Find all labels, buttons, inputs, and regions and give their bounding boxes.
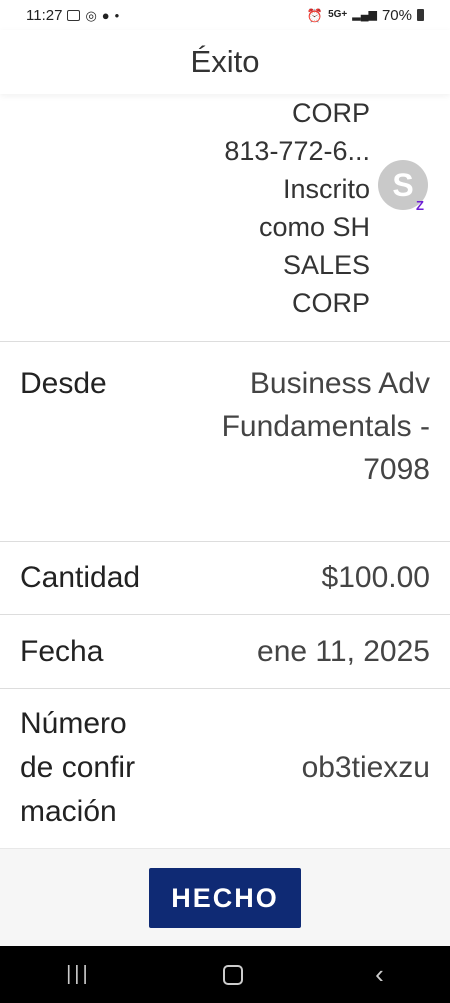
- amount-row: Cantidad $100.00: [0, 542, 450, 615]
- confirmation-label-line: de confir: [20, 751, 136, 784]
- recipient-line: CORP: [291, 288, 370, 318]
- status-right: ⏰ 5G+ ▂▄▆ 70%: [307, 7, 424, 24]
- recipient-line: SALES: [282, 250, 370, 280]
- page-title: Éxito: [0, 30, 450, 94]
- date-row: Fecha ene 11, 2025: [0, 615, 450, 689]
- recipient-line: 813-772-6...: [224, 136, 370, 166]
- chat-icon: ●: [101, 7, 110, 23]
- zelle-badge-icon: Z: [416, 198, 424, 213]
- from-value-line: 7098: [363, 453, 430, 486]
- recipient-line: Inscrito: [282, 174, 370, 204]
- status-time: 11:27: [26, 6, 63, 24]
- whatsapp-icon: ◎: [85, 7, 97, 23]
- recents-icon[interactable]: |||: [66, 963, 91, 986]
- amount-label: Cantidad: [20, 561, 141, 594]
- signal-icon: ▂▄▆: [352, 8, 377, 21]
- done-button[interactable]: HECHO: [149, 868, 301, 928]
- confirmation-row: Número de confir mación ob3tiexzu: [0, 689, 450, 847]
- notification-dot-icon: •: [114, 7, 120, 23]
- from-row: Desde Business Adv Fundamentals - 7098: [0, 342, 450, 542]
- from-value: Business Adv Fundamentals - 7098: [190, 362, 430, 491]
- amount-value: $100.00: [321, 561, 430, 594]
- back-icon[interactable]: ‹: [375, 959, 384, 990]
- gallery-icon: [67, 9, 81, 21]
- from-value-line: Business Adv: [249, 367, 430, 400]
- from-label: Desde: [20, 367, 107, 400]
- battery-percent: 70%: [381, 6, 412, 24]
- alarm-icon: ⏰: [306, 7, 324, 23]
- recipient-section: CORP 813-772-6... Inscrito como SH SALES…: [0, 94, 450, 342]
- system-nav-bar: ||| ‹: [0, 946, 450, 1003]
- recipient-line: CORP: [291, 98, 370, 128]
- from-value-line: Fundamentals -: [221, 410, 430, 443]
- status-bar: 11:27 ◎ ● • ⏰ 5G+ ▂▄▆ 70%: [0, 0, 450, 30]
- transfer-details: CORP 813-772-6... Inscrito como SH SALES…: [0, 94, 450, 847]
- date-value: ene 11, 2025: [257, 634, 430, 668]
- confirmation-label-line: Número: [20, 707, 127, 740]
- status-left: 11:27 ◎ ● •: [26, 7, 119, 24]
- date-label: Fecha: [20, 634, 104, 668]
- recipient-line: como SH: [258, 212, 370, 242]
- confirmation-label-line: mación: [20, 795, 117, 828]
- network-5g-icon: 5G+: [328, 9, 348, 20]
- confirmation-label: Número de confir mación: [20, 702, 170, 834]
- footer: HECHO: [0, 848, 450, 947]
- confirmation-value: ob3tiexzu: [301, 751, 430, 784]
- recipient-info: CORP 813-772-6... Inscrito como SH SALES…: [224, 94, 370, 322]
- home-icon[interactable]: [222, 964, 243, 985]
- battery-icon: [417, 9, 424, 21]
